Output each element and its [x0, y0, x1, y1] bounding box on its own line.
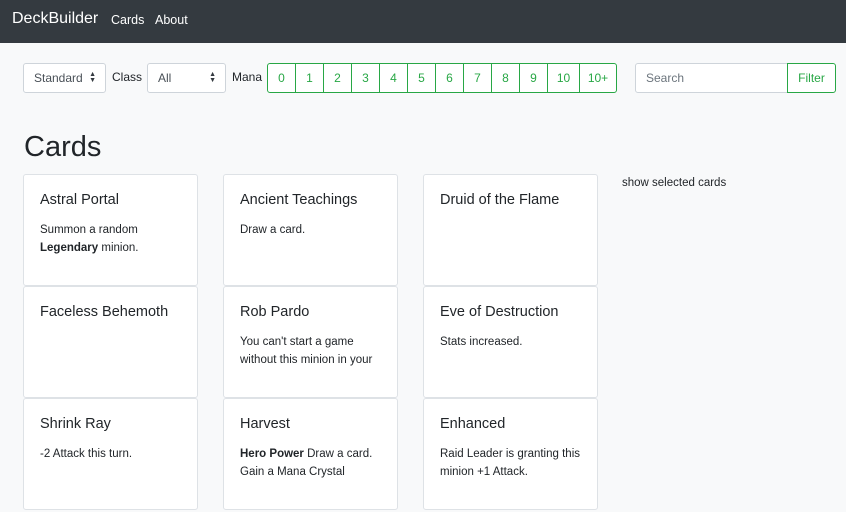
- mana-label: Mana: [232, 70, 263, 84]
- card-item[interactable]: Faceless Behemoth: [23, 286, 198, 398]
- card-title: Rob Pardo: [240, 304, 310, 320]
- mana-button-2[interactable]: 2: [323, 63, 352, 93]
- card-title: Shrink Ray: [40, 416, 111, 432]
- mana-button-10[interactable]: 10: [547, 63, 580, 93]
- card-item[interactable]: Harvest Hero Power Draw a card. Gain a Ma…: [223, 398, 398, 510]
- card-text-segment: You can't start a game without this mini…: [240, 336, 373, 366]
- class-select[interactable]: All ▲ ▼: [147, 63, 226, 93]
- filter-button[interactable]: Filter: [787, 63, 836, 93]
- card-title: Faceless Behemoth: [40, 304, 169, 320]
- mana-button-7[interactable]: 7: [463, 63, 492, 93]
- card-item[interactable]: Astral Portal Summon a random Legendary m…: [23, 174, 198, 286]
- card-item[interactable]: Rob Pardo You can't start a game without …: [223, 286, 398, 398]
- nav-link-about[interactable]: About: [155, 13, 188, 27]
- class-select-value: All: [158, 71, 172, 85]
- mana-button-8[interactable]: 8: [491, 63, 520, 93]
- card-title: Druid of the Flame: [440, 192, 560, 208]
- brand-logo[interactable]: DeckBuilder: [12, 10, 98, 28]
- card-title: Enhanced: [440, 416, 506, 432]
- page-title: Cards: [24, 131, 102, 163]
- card-item[interactable]: Ancient Teachings Draw a card.: [223, 174, 398, 286]
- card-description: Summon a random Legendary minion.: [40, 221, 190, 261]
- card-text-segment: Raid Leader is granting this minion +1 A…: [440, 448, 580, 478]
- card-item[interactable]: Eve of Destruction Stats increased.: [423, 286, 598, 398]
- card-text-segment: Summon a random: [40, 224, 138, 236]
- card-description: Hero Power Draw a card. Gain a Mana Crys…: [240, 445, 390, 485]
- mana-button-6[interactable]: 6: [435, 63, 464, 93]
- mana-button-9[interactable]: 9: [519, 63, 548, 93]
- search-input[interactable]: [635, 63, 788, 93]
- card-description: You can't start a game without this mini…: [240, 333, 390, 373]
- nav-link-cards[interactable]: Cards: [111, 13, 144, 27]
- mana-button-5[interactable]: 5: [407, 63, 436, 93]
- mana-button-0[interactable]: 0: [267, 63, 296, 93]
- card-keyword: Hero Power: [240, 448, 304, 460]
- format-select[interactable]: Standard ▲ ▼: [23, 63, 106, 93]
- mana-button-group: 0 1 2 3 4 5 6 7 8 9 10 10+: [267, 63, 617, 93]
- card-text-segment: minion.: [98, 242, 139, 254]
- card-text-segment: Stats increased.: [440, 336, 523, 348]
- mana-button-4[interactable]: 4: [379, 63, 408, 93]
- mana-button-10-plus[interactable]: 10+: [579, 63, 617, 93]
- format-select-value: Standard: [34, 71, 83, 85]
- sort-caret-icon: ▲ ▼: [209, 71, 216, 84]
- card-description: Raid Leader is granting this minion +1 A…: [440, 445, 590, 485]
- card-description: -2 Attack this turn.: [40, 445, 190, 485]
- mana-button-3[interactable]: 3: [351, 63, 380, 93]
- card-description: Draw a card.: [240, 221, 390, 261]
- card-title: Harvest: [240, 416, 290, 432]
- navbar: DeckBuilder Cards About: [0, 0, 846, 43]
- card-item[interactable]: Enhanced Raid Leader is granting this min…: [423, 398, 598, 510]
- sort-caret-icon: ▲ ▼: [89, 71, 96, 84]
- card-text-segment: Draw a card.: [240, 224, 306, 236]
- show-selected-cards-link[interactable]: show selected cards: [622, 177, 726, 189]
- class-label: Class: [112, 70, 143, 84]
- card-item[interactable]: Druid of the Flame: [423, 174, 598, 286]
- mana-button-1[interactable]: 1: [295, 63, 324, 93]
- card-title: Ancient Teachings: [240, 192, 358, 208]
- card-keyword: Legendary: [40, 242, 99, 254]
- card-title: Astral Portal: [40, 192, 119, 208]
- card-description: Stats increased.: [440, 333, 590, 373]
- card-title: Eve of Destruction: [440, 304, 559, 320]
- card-item[interactable]: Shrink Ray -2 Attack this turn.: [23, 398, 198, 510]
- card-text-segment: -2 Attack this turn.: [40, 448, 133, 460]
